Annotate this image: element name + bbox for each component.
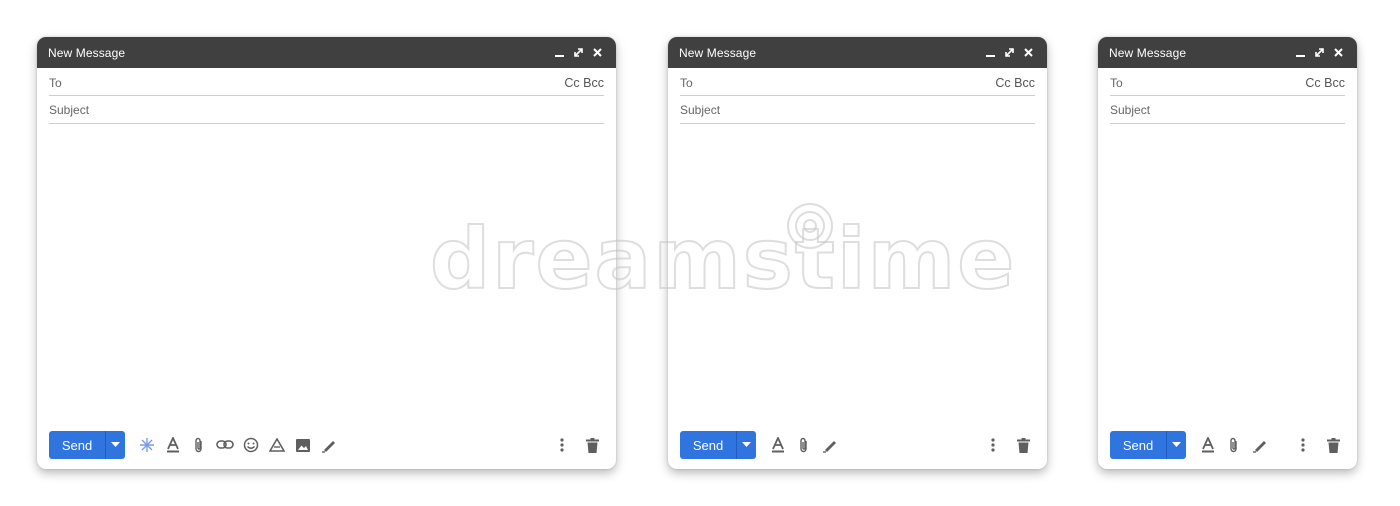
to-field[interactable]: To Cc Bcc [49, 68, 604, 96]
compose-window-2: New Message To Cc Bcc Subject Send [668, 37, 1047, 469]
to-field[interactable]: To Cc Bcc [680, 68, 1035, 96]
close-icon[interactable] [591, 46, 604, 59]
subject-field[interactable]: Subject [1110, 96, 1345, 124]
close-icon[interactable] [1332, 46, 1345, 59]
compose-titlebar[interactable]: New Message [668, 37, 1047, 68]
message-body[interactable] [1110, 127, 1345, 417]
trash-icon[interactable] [1013, 435, 1033, 455]
emoji-icon[interactable] [241, 435, 261, 455]
to-label: To [49, 75, 62, 90]
ai-sparkle-icon[interactable] [137, 435, 157, 455]
subject-placeholder: Subject [680, 102, 721, 117]
cc-bcc-link[interactable]: Cc Bcc [1305, 76, 1345, 90]
compose-toolbar: Send [49, 431, 602, 459]
to-label: To [1110, 75, 1123, 90]
expand-icon[interactable] [1313, 46, 1326, 59]
minimize-icon[interactable] [984, 46, 997, 59]
text-format-icon[interactable] [163, 435, 183, 455]
cc-bcc-link[interactable]: Cc Bcc [564, 76, 604, 90]
compose-window-3: New Message To Cc Bcc Subject Send [1098, 37, 1357, 469]
text-format-icon[interactable] [768, 435, 788, 455]
minimize-icon[interactable] [553, 46, 566, 59]
send-button[interactable]: Send [680, 431, 736, 459]
signature-icon[interactable] [1250, 435, 1270, 455]
send-button[interactable]: Send [49, 431, 105, 459]
compose-title: New Message [679, 45, 757, 60]
subject-field[interactable]: Subject [680, 96, 1035, 124]
send-options-icon[interactable] [1166, 431, 1186, 459]
trash-icon[interactable] [582, 435, 602, 455]
compose-title: New Message [48, 45, 126, 60]
to-label: To [680, 75, 693, 90]
to-field[interactable]: To Cc Bcc [1110, 68, 1345, 96]
more-options-icon[interactable] [552, 435, 572, 455]
more-options-icon[interactable] [983, 435, 1003, 455]
subject-placeholder: Subject [1110, 102, 1151, 117]
cc-bcc-link[interactable]: Cc Bcc [995, 76, 1035, 90]
link-icon[interactable] [215, 435, 235, 455]
minimize-icon[interactable] [1294, 46, 1307, 59]
send-button[interactable]: Send [1110, 431, 1166, 459]
attach-icon[interactable] [1224, 435, 1244, 455]
expand-icon[interactable] [1003, 46, 1016, 59]
text-format-icon[interactable] [1198, 435, 1218, 455]
attach-icon[interactable] [794, 435, 814, 455]
compose-title: New Message [1109, 45, 1187, 60]
attach-icon[interactable] [189, 435, 209, 455]
signature-icon[interactable] [319, 435, 339, 455]
drive-icon[interactable] [267, 435, 287, 455]
more-options-icon[interactable] [1293, 435, 1313, 455]
close-icon[interactable] [1022, 46, 1035, 59]
send-options-icon[interactable] [105, 431, 125, 459]
compose-titlebar[interactable]: New Message [1098, 37, 1357, 68]
compose-titlebar[interactable]: New Message [37, 37, 616, 68]
compose-toolbar: Send [680, 431, 1033, 459]
photo-icon[interactable] [293, 435, 313, 455]
signature-icon[interactable] [820, 435, 840, 455]
compose-toolbar: Send [1110, 431, 1343, 459]
message-body[interactable] [49, 127, 604, 417]
send-options-icon[interactable] [736, 431, 756, 459]
trash-icon[interactable] [1323, 435, 1343, 455]
subject-field[interactable]: Subject [49, 96, 604, 124]
compose-window-1: New Message To Cc Bcc Subject Send [37, 37, 616, 469]
subject-placeholder: Subject [49, 102, 90, 117]
message-body[interactable] [680, 127, 1035, 417]
expand-icon[interactable] [572, 46, 585, 59]
